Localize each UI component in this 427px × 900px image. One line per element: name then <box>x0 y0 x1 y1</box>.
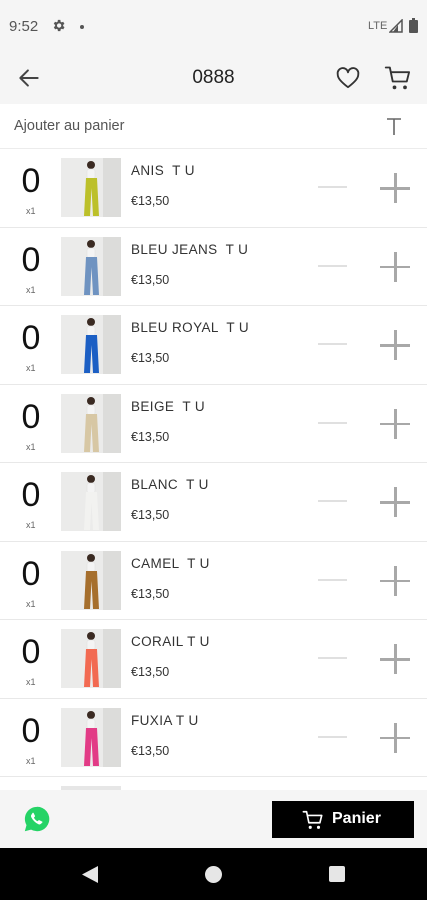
decrement-button[interactable] <box>315 647 349 669</box>
quantity-value: 0 <box>21 711 41 750</box>
quantity-multiplier: x1 <box>26 755 36 766</box>
product-price: €13,50 <box>131 665 170 679</box>
product-price: €13,50 <box>131 351 170 365</box>
product-price: €13,50 <box>131 272 170 287</box>
quantity-multiplier: x1 <box>26 363 36 373</box>
nav-recent-icon[interactable] <box>329 866 345 882</box>
quantity-multiplier: x1 <box>26 441 36 452</box>
product-row: 0 x1 CORAIL T U €13,50 <box>0 620 427 699</box>
quantity-value: 0 <box>21 554 41 593</box>
quantity-multiplier: x1 <box>26 677 36 687</box>
product-name: BLANC T U <box>131 477 209 492</box>
dot-icon <box>80 25 84 29</box>
gear-icon <box>53 19 65 32</box>
product-row: 0 x1 BLANC T U €13,50 <box>0 463 427 542</box>
decrement-button[interactable] <box>315 726 349 748</box>
product-row: 0 x1 BEIGE T U €13,50 <box>0 385 427 463</box>
signal-icon <box>389 19 403 33</box>
product-name: CAMEL T U <box>131 555 210 571</box>
product-row: 0 x1 BLEU JEANS T U €13,50 <box>0 228 427 306</box>
product-image[interactable] <box>61 472 121 531</box>
product-name: BLEU ROYAL T U <box>131 320 250 335</box>
quantity-multiplier: x1 <box>26 206 36 216</box>
whatsapp-icon[interactable] <box>22 804 52 834</box>
bottom-bar: Panier <box>0 790 427 848</box>
product-image[interactable] <box>61 629 121 688</box>
heart-icon[interactable] <box>335 65 361 91</box>
product-row: 0 x1 ANIS T U €13,50 <box>0 149 427 228</box>
decrement-button[interactable] <box>315 176 349 198</box>
increment-button[interactable] <box>378 407 412 441</box>
product-image[interactable] <box>61 158 121 217</box>
product-price: €13,50 <box>131 429 170 444</box>
product-image[interactable] <box>61 393 121 453</box>
increment-button[interactable] <box>378 171 412 205</box>
nav-back-icon[interactable] <box>81 865 99 884</box>
decrement-button[interactable] <box>315 333 349 355</box>
cart-icon <box>302 810 323 829</box>
product-name: CORAIL T U <box>131 634 210 649</box>
sort-icon[interactable] <box>383 116 405 138</box>
product-row: 0 x1 BLEU ROYAL T U €13,50 <box>0 306 427 385</box>
product-name: ANIS T U <box>131 163 195 178</box>
product-name: BEIGE T U <box>131 398 206 414</box>
product-image[interactable] <box>61 236 121 296</box>
battery-icon <box>409 18 418 33</box>
product-row: 0 x1 CAMEL T U €13,50 <box>0 542 427 620</box>
decrement-button[interactable] <box>315 255 349 277</box>
product-price: €13,50 <box>131 743 170 758</box>
increment-button[interactable] <box>378 328 412 362</box>
system-nav-bar <box>0 848 427 900</box>
increment-button[interactable] <box>378 642 412 676</box>
quantity-value: 0 <box>21 633 41 671</box>
product-image[interactable] <box>61 315 121 374</box>
product-price: €13,50 <box>131 586 170 601</box>
subheader: Ajouter au panier <box>0 104 427 149</box>
product-price: €13,50 <box>131 508 170 522</box>
quantity-multiplier: x1 <box>26 520 36 530</box>
decrement-button[interactable] <box>315 569 349 591</box>
product-image[interactable] <box>61 707 121 767</box>
status-bar: 9:52 LTE <box>0 0 427 52</box>
product-list: 0 x1 ANIS T U €13,50 0 x1 BLEU JEANS T U €13,50… <box>0 149 427 790</box>
cart-icon[interactable] <box>384 64 412 92</box>
cart-button-label: Panier <box>332 810 381 827</box>
quantity-multiplier: x1 <box>26 598 36 609</box>
product-name: BLEU JEANS T U <box>131 241 249 257</box>
product-name: FUXIA T U <box>131 712 199 728</box>
decrement-button[interactable] <box>315 490 349 512</box>
add-to-cart-label: Ajouter au panier <box>14 118 125 134</box>
decrement-button[interactable] <box>315 412 349 434</box>
quantity-value: 0 <box>21 319 41 357</box>
quantity-multiplier: x1 <box>26 284 36 295</box>
increment-button[interactable] <box>378 485 412 519</box>
product-price: €13,50 <box>131 194 170 208</box>
nav-home-icon[interactable] <box>205 866 222 883</box>
cart-button[interactable]: Panier <box>272 801 414 838</box>
product-row-partial <box>0 777 427 790</box>
increment-button[interactable] <box>378 721 412 755</box>
quantity-value: 0 <box>21 240 41 279</box>
product-row: 0 x1 FUXIA T U €13,50 <box>0 699 427 777</box>
quantity-value: 0 <box>21 162 41 200</box>
status-time: 9:52 <box>9 18 39 35</box>
network-label: LTE <box>368 20 388 32</box>
increment-button[interactable] <box>378 564 412 598</box>
quantity-value: 0 <box>21 476 41 514</box>
top-app-bar: 0888 <box>0 52 427 104</box>
increment-button[interactable] <box>378 250 412 284</box>
quantity-value: 0 <box>21 397 41 436</box>
product-image[interactable] <box>61 550 121 610</box>
page-title: 0888 <box>192 67 235 88</box>
